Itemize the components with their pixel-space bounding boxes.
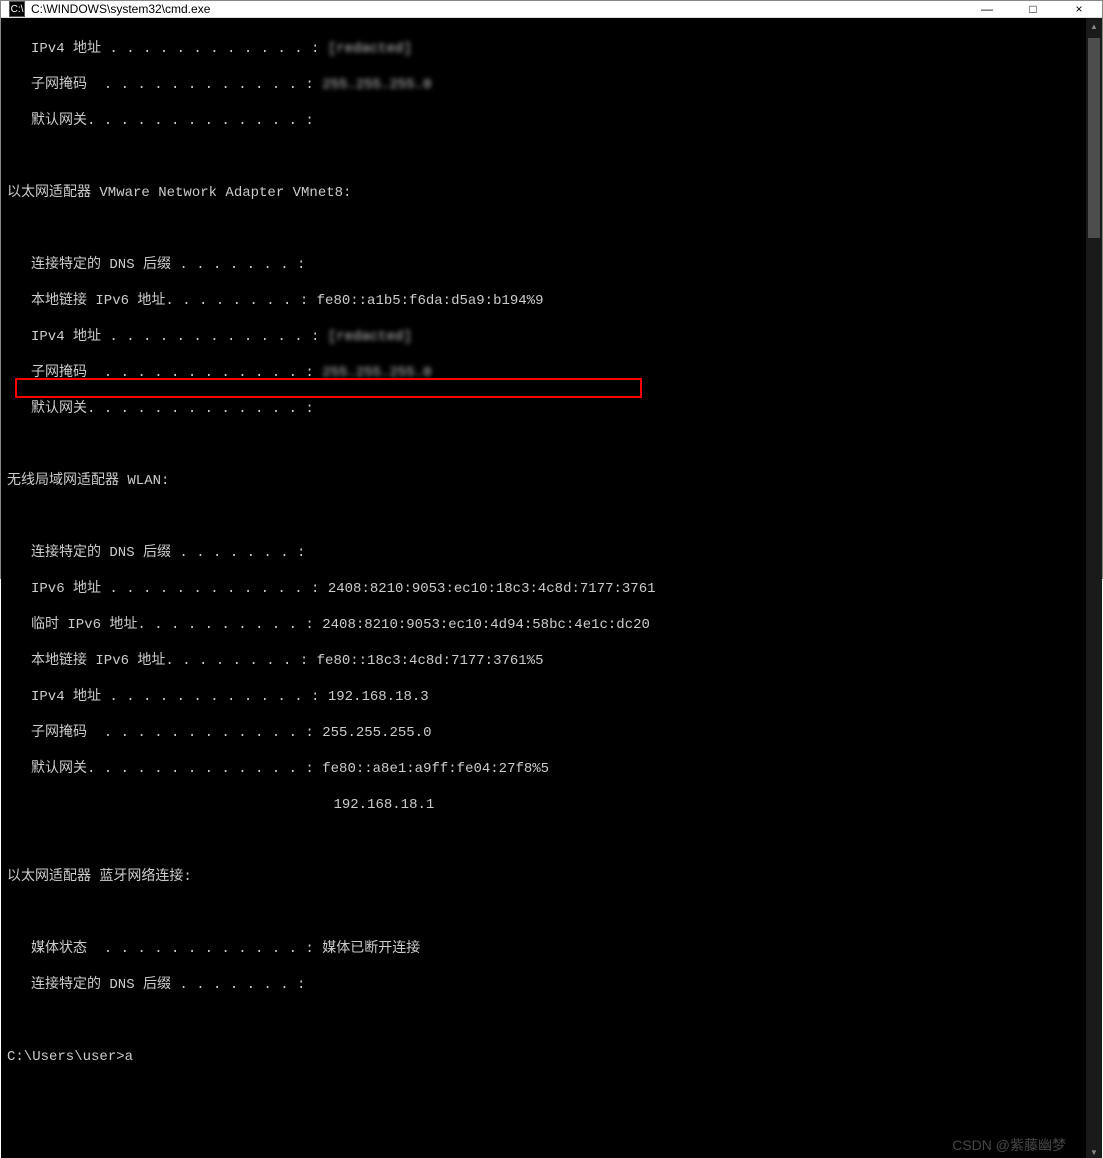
cmd-icon: C:\ xyxy=(9,1,25,17)
scroll-up-icon[interactable]: ▲ xyxy=(1086,18,1102,34)
output-line: 连接特定的 DNS 后缀 . . . . . . . : xyxy=(7,544,1086,562)
adapter-header: 以太网适配器 蓝牙网络连接: xyxy=(7,868,1086,886)
output-line: 子网掩码 . . . . . . . . . . . . : 255.255.2… xyxy=(7,364,1086,382)
output-line: 默认网关. . . . . . . . . . . . . : fe80::a8… xyxy=(7,760,1086,778)
output-line: IPv6 地址 . . . . . . . . . . . . : 2408:8… xyxy=(7,580,1086,598)
maximize-button[interactable]: □ xyxy=(1010,1,1056,17)
cmd-window: C:\ C:\WINDOWS\system32\cmd.exe — □ × IP… xyxy=(0,0,1103,579)
scrollbar-thumb[interactable] xyxy=(1088,38,1100,238)
redacted-value: 255.255.255.0 xyxy=(322,365,431,381)
ipv4-address-value: 192.168.18.3 xyxy=(328,689,429,705)
output-line: 默认网关. . . . . . . . . . . . . : xyxy=(7,112,1086,130)
output-line xyxy=(7,148,1086,166)
output-line: 连接特定的 DNS 后缀 . . . . . . . : xyxy=(7,256,1086,274)
output-line: IPv4 地址 . . . . . . . . . . . . : [redac… xyxy=(7,328,1086,346)
adapter-header: 无线局域网适配器 WLAN: xyxy=(7,472,1086,490)
prompt-input[interactable]: a xyxy=(125,1048,133,1066)
output-line: 本地链接 IPv6 地址. . . . . . . . : fe80::a1b5… xyxy=(7,292,1086,310)
terminal-area: IPv4 地址 . . . . . . . . . . . . : [redac… xyxy=(1,18,1102,1158)
minimize-button[interactable]: — xyxy=(964,1,1010,17)
output-line xyxy=(7,508,1086,526)
output-line: IPv4 地址 . . . . . . . . . . . . : [redac… xyxy=(7,40,1086,58)
window-title: C:\WINDOWS\system32\cmd.exe xyxy=(31,2,964,16)
titlebar[interactable]: C:\ C:\WINDOWS\system32\cmd.exe — □ × xyxy=(1,1,1102,18)
close-button[interactable]: × xyxy=(1056,1,1102,17)
output-line: 连接特定的 DNS 后缀 . . . . . . . : xyxy=(7,976,1086,994)
scroll-down-icon[interactable]: ▼ xyxy=(1086,1144,1102,1158)
adapter-header: 以太网适配器 VMware Network Adapter VMnet8: xyxy=(7,184,1086,202)
redacted-value: [redacted] xyxy=(328,41,412,57)
terminal-output[interactable]: IPv4 地址 . . . . . . . . . . . . : [redac… xyxy=(1,18,1086,1158)
output-line xyxy=(7,904,1086,922)
prompt-path: C:\Users\user> xyxy=(7,1048,125,1066)
vertical-scrollbar[interactable]: ▲ ▼ xyxy=(1086,18,1102,1158)
output-line xyxy=(7,832,1086,850)
output-line xyxy=(7,1012,1086,1030)
output-line: 子网掩码 . . . . . . . . . . . . : 255.255.2… xyxy=(7,724,1086,742)
output-line: 192.168.18.1 xyxy=(7,796,1086,814)
output-line: 本地链接 IPv6 地址. . . . . . . . : fe80::18c3… xyxy=(7,652,1086,670)
output-line xyxy=(7,436,1086,454)
watermark: CSDN @紫藤幽梦 xyxy=(952,1136,1066,1154)
redacted-value: [redacted] xyxy=(328,329,412,345)
output-line xyxy=(7,220,1086,238)
ipv4-highlighted-line: IPv4 地址 . . . . . . . . . . . . : 192.16… xyxy=(7,688,1086,706)
window-controls: — □ × xyxy=(964,1,1102,17)
redacted-value: 255.255.255.0 xyxy=(322,77,431,93)
prompt-line[interactable]: C:\Users\user>a xyxy=(7,1048,1086,1066)
output-line: 媒体状态 . . . . . . . . . . . . : 媒体已断开连接 xyxy=(7,940,1086,958)
output-line: 默认网关. . . . . . . . . . . . . : xyxy=(7,400,1086,418)
output-line: 临时 IPv6 地址. . . . . . . . . . : 2408:821… xyxy=(7,616,1086,634)
output-line: 子网掩码 . . . . . . . . . . . . : 255.255.2… xyxy=(7,76,1086,94)
